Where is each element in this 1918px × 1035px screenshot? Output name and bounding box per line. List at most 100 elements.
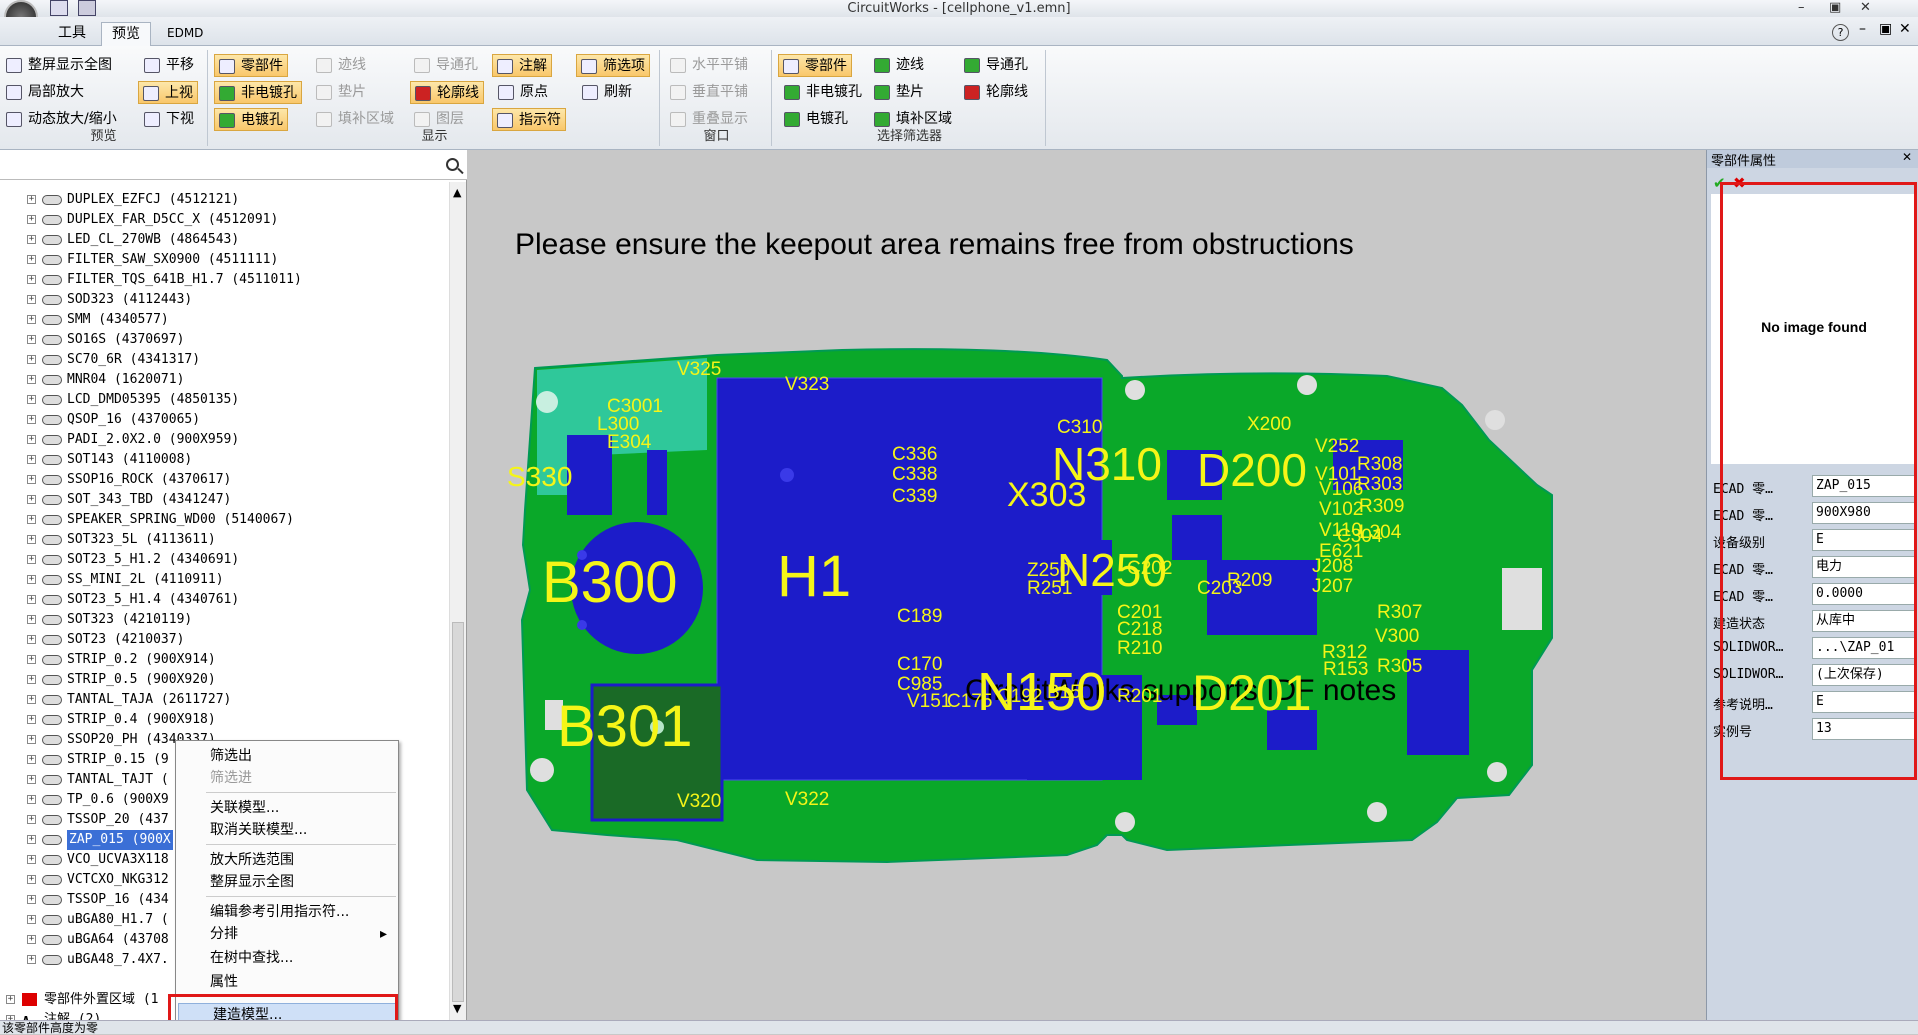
filter-outlines-button[interactable]: 轮廓线 [960,81,1032,104]
expand-icon[interactable]: + [6,995,15,1004]
designator-V252[interactable]: V252 [1315,436,1359,457]
tree-search-bar[interactable] [0,150,467,180]
designator-C175[interactable]: C175 [947,691,992,712]
menu-filter-out[interactable]: 筛选出 [176,745,398,767]
panel-close-icon[interactable]: ✕ [1902,150,1912,164]
expand-icon[interactable]: + [27,215,36,224]
expand-icon[interactable]: + [27,255,36,264]
display-vias-button[interactable]: 导通孔 [410,54,482,77]
tile-vertical-button[interactable]: 垂直平铺 [666,81,752,104]
expand-icon[interactable]: + [27,695,36,704]
designator-C202[interactable]: C202 [1127,558,1172,579]
expand-icon[interactable]: + [27,755,36,764]
display-traces-button[interactable]: 迹线 [312,54,370,77]
expand-icon[interactable]: + [27,235,36,244]
expand-icon[interactable]: + [27,515,36,524]
expand-icon[interactable]: + [27,855,36,864]
display-outlines-button[interactable]: 轮廓线 [410,81,484,104]
filter-options-button[interactable]: 筛选项 [576,54,650,77]
ribbon-minimize-button[interactable]: – [1859,21,1866,37]
expand-icon[interactable]: + [27,915,36,924]
expand-icon[interactable]: + [27,395,36,404]
designator-V322[interactable]: V322 [785,789,829,810]
expand-icon[interactable]: + [27,375,36,384]
designator-D201[interactable]: D201 [1192,665,1312,721]
filter-vias-button[interactable]: 导通孔 [960,54,1032,77]
scrollbar-thumb[interactable] [452,622,464,1002]
designator-E304[interactable]: E304 [607,432,652,453]
filter-traces-button[interactable]: 迹线 [870,54,928,77]
ribbon-restore-button[interactable]: ▣ [1879,21,1892,37]
expand-icon[interactable]: + [27,295,36,304]
filter-nonplated-holes-button[interactable]: 非电镀孔 [780,81,866,104]
designator-R201[interactable]: R201 [1117,686,1162,707]
designator-C170[interactable]: C170 [897,654,942,675]
filter-components-button[interactable]: 零部件 [778,54,852,77]
designator-R307[interactable]: R307 [1377,602,1422,623]
zoom-area-button[interactable]: 局部放大 [2,81,88,104]
expand-icon[interactable]: + [27,635,36,644]
designator-H1[interactable]: H1 [777,544,851,609]
display-origin-button[interactable]: 原点 [494,81,552,104]
tile-horizontal-button[interactable]: 水平平铺 [666,54,752,77]
tab-tools[interactable]: 工具 [48,22,96,46]
filter-pads-button[interactable]: 垫片 [870,81,928,104]
tab-edmd[interactable]: EDMD [157,22,213,46]
expand-icon[interactable]: + [27,815,36,824]
menu-properties[interactable]: 属性 [176,971,398,993]
display-nonplated-holes-button[interactable]: 非电镀孔 [214,81,302,104]
expand-icon[interactable]: + [27,455,36,464]
designator-J207[interactable]: J207 [1312,576,1353,597]
open-icon[interactable] [50,0,68,16]
designator-C218[interactable]: C218 [1117,619,1162,640]
expand-icon[interactable]: + [27,655,36,664]
designator-R210[interactable]: R210 [1117,638,1162,659]
tree-scrollbar[interactable]: ▲ ▼ [449,182,466,1020]
expand-icon[interactable]: + [27,595,36,604]
designator-B15[interactable]: B15 [1047,682,1081,703]
expand-icon[interactable]: + [27,555,36,564]
designator-X303[interactable]: X303 [1007,476,1086,514]
designator-V102[interactable]: V102 [1319,499,1363,520]
expand-icon[interactable]: + [27,355,36,364]
scroll-down-icon[interactable]: ▼ [453,1002,461,1015]
expand-icon[interactable]: + [27,735,36,744]
expand-icon[interactable]: + [27,435,36,444]
display-annotations-button[interactable]: 注解 [492,54,552,77]
expand-icon[interactable]: + [27,575,36,584]
expand-icon[interactable]: + [27,315,36,324]
designator-R303[interactable]: R303 [1357,474,1402,495]
refresh-button[interactable]: 刷新 [578,81,636,104]
menu-find-in-tree[interactable]: 在树中查找... [176,947,398,969]
menu-filter-in[interactable]: 筛选进 [176,767,398,789]
designator-R309[interactable]: R309 [1359,496,1404,517]
menu-unassociate-model[interactable]: 取消关联模型... [176,819,398,841]
scroll-up-icon[interactable]: ▲ [453,186,461,199]
designator-R308[interactable]: R308 [1357,454,1402,475]
top-view-button[interactable]: 上视 [138,81,198,104]
designator-V325[interactable]: V325 [677,359,721,380]
designator-C339[interactable]: C339 [892,486,937,507]
expand-icon[interactable]: + [27,795,36,804]
help-icon[interactable]: ? [1832,24,1849,41]
expand-icon[interactable]: + [27,335,36,344]
save-icon[interactable] [78,0,96,16]
expand-icon[interactable]: + [27,495,36,504]
expand-icon[interactable]: + [27,195,36,204]
designator-C192[interactable]: C192 [997,686,1042,707]
pcb-canvas[interactable]: Please ensure the keepout area remains f… [467,150,1706,1020]
designator-C336[interactable]: C336 [892,444,937,465]
expand-icon[interactable]: + [27,775,36,784]
expand-icon[interactable]: + [27,475,36,484]
menu-associate-model[interactable]: 关联模型... [176,797,398,819]
designator-B301[interactable]: B301 [557,694,692,759]
expand-icon[interactable]: + [27,715,36,724]
maximize-button[interactable]: ▣ [1829,0,1841,15]
close-button[interactable]: ✕ [1860,0,1871,15]
ribbon-close-button[interactable]: ✕ [1899,21,1911,37]
expand-icon[interactable]: + [27,675,36,684]
designator-R153[interactable]: R153 [1323,659,1368,680]
menu-fit-all[interactable]: 整屏显示全图 [176,871,398,893]
designator-R209[interactable]: R209 [1227,570,1272,591]
designator-V151[interactable]: V151 [907,691,951,712]
